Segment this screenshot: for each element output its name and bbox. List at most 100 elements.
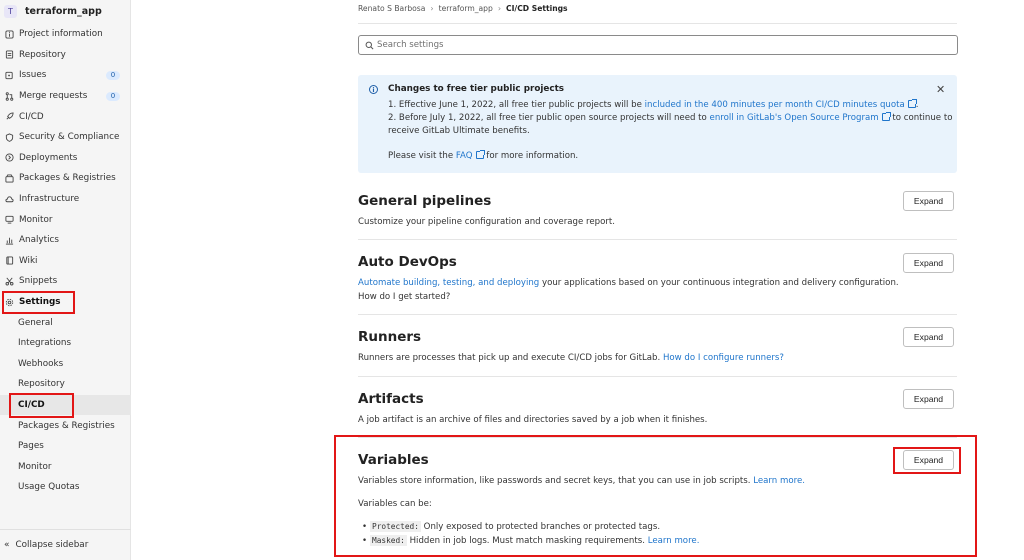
variables-title[interactable]: Variables — [358, 452, 429, 468]
sidebar-item-label: Security & Compliance — [19, 132, 120, 143]
runners-expand-button[interactable]: Expand — [903, 327, 954, 347]
sidebar-item-label: Project information — [19, 29, 103, 40]
faq-link[interactable]: FAQ — [456, 151, 473, 161]
collapse-sidebar-label: Collapse sidebar — [15, 540, 89, 550]
sidebar-subitem-packages[interactable]: Packages & Registries — [0, 415, 131, 436]
variables-expand-button[interactable]: Expand — [903, 450, 954, 470]
sidebar-item-packages[interactable]: Packages & Registries — [0, 168, 131, 189]
collapse-sidebar-button[interactable]: « Collapse sidebar — [0, 529, 131, 560]
sidebar-subitem-ci-cd[interactable]: CI/CD — [0, 394, 131, 416]
general-pipelines-title[interactable]: General pipelines — [358, 193, 491, 209]
search-settings-input[interactable]: Search settings — [358, 35, 958, 55]
sidebar-item-monitor[interactable]: Monitor — [0, 209, 131, 230]
info-icon: i — [369, 85, 378, 94]
alert-line-2: 2. Before July 1, 2022, all free tier pu… — [388, 112, 952, 123]
alert-line-3: receive GitLab Ultimate benefits. — [388, 126, 530, 136]
cloud-icon — [4, 194, 14, 204]
automate-building-link[interactable]: Automate building, testing, and deployin… — [358, 278, 539, 288]
sidebar-item-deployments[interactable]: Deployments — [0, 148, 131, 169]
sidebar-subitem-repository[interactable]: Repository — [0, 374, 131, 395]
document-icon — [4, 50, 14, 60]
configure-runners-link[interactable]: How do I configure runners? — [663, 353, 784, 363]
search-placeholder: Search settings — [377, 40, 444, 50]
sidebar-item-issues[interactable]: Issues 0 — [0, 65, 131, 86]
variables-learn-more-link[interactable]: Learn more. — [753, 476, 805, 486]
sidebar-item-repository[interactable]: Repository — [0, 45, 131, 66]
breadcrumb-project[interactable]: terraform_app — [439, 4, 493, 13]
sidebar-item-settings[interactable]: Settings — [0, 292, 131, 313]
artifacts-expand-button[interactable]: Expand — [903, 389, 954, 409]
issues-count-badge: 0 — [106, 71, 120, 81]
alert-faq-line: Please visit the FAQ for more informatio… — [388, 150, 579, 161]
sidebar-item-analytics[interactable]: Analytics — [0, 230, 131, 251]
alert-line-2-text: 2. Before July 1, 2022, all free tier pu… — [388, 113, 710, 123]
alert-faq-end: for more information. — [483, 151, 579, 161]
auto-devops-expand-button[interactable]: Expand — [903, 253, 954, 273]
breadcrumb-current[interactable]: CI/CD Settings — [506, 4, 568, 13]
project-header[interactable]: T terraform_app — [0, 0, 131, 22]
external-link-icon — [907, 99, 917, 108]
scissors-icon — [4, 276, 14, 286]
open-source-program-link[interactable]: enroll in GitLab's Open Source Program — [710, 113, 879, 123]
rocket-icon — [4, 112, 14, 122]
project-sidebar: T terraform_app Project information Repo… — [0, 0, 131, 560]
sidebar-subitem-general[interactable]: General — [0, 312, 131, 333]
sidebar-subitem-webhooks[interactable]: Webhooks — [0, 354, 131, 375]
external-link-icon — [881, 112, 891, 121]
masked-code: Masked: — [370, 535, 407, 546]
divider — [358, 376, 957, 377]
variables-desc-text: Variables store information, like passwo… — [358, 476, 754, 486]
sidebar-item-label: Merge requests — [19, 91, 88, 102]
general-pipelines-expand-button[interactable]: Expand — [903, 191, 954, 211]
alert-line-1-text: 1. Effective June 1, 2022, all free tier… — [388, 100, 645, 110]
sidebar-item-label: Deployments — [19, 152, 78, 163]
divider — [358, 23, 957, 24]
deployments-icon — [4, 153, 14, 163]
close-icon[interactable]: ✕ — [936, 83, 945, 96]
masking-learn-more-link[interactable]: Learn more. — [648, 536, 700, 546]
divider — [358, 437, 957, 438]
artifacts-desc: A job artifact is an archive of files an… — [358, 415, 708, 425]
project-name: terraform_app — [25, 5, 102, 17]
sidebar-item-merge-requests[interactable]: Merge requests 0 — [0, 86, 131, 107]
artifacts-title[interactable]: Artifacts — [358, 391, 424, 407]
sidebar-item-label: Monitor — [19, 214, 53, 225]
chevron-right-icon: › — [497, 4, 502, 13]
merge-requests-count-badge: 0 — [106, 91, 120, 101]
auto-devops-help-link[interactable]: How do I get started? — [358, 292, 450, 302]
variables-can-be: Variables can be: — [358, 499, 432, 509]
sidebar-subitem-pages[interactable]: Pages — [0, 436, 131, 457]
cicd-minutes-quota-link[interactable]: included in the 400 minutes per month CI… — [645, 100, 905, 110]
sidebar-item-ci-cd[interactable]: CI/CD — [0, 106, 131, 127]
sidebar-item-label: Packages & Registries — [19, 173, 116, 184]
chart-icon — [4, 235, 14, 245]
sidebar-item-label: Infrastructure — [19, 194, 80, 205]
sidebar-item-wiki[interactable]: Wiki — [0, 251, 131, 272]
sidebar-subitem-usage-quotas[interactable]: Usage Quotas — [0, 477, 131, 498]
sidebar-item-security[interactable]: Security & Compliance — [0, 127, 131, 148]
sidebar-item-project-information[interactable]: Project information — [0, 24, 131, 45]
masked-bullet: Masked: Hidden in job logs. Must match m… — [362, 535, 700, 546]
auto-devops-title[interactable]: Auto DevOps — [358, 254, 457, 270]
free-tier-alert: i Changes to free tier public projects ✕… — [358, 75, 957, 173]
sidebar-subitem-integrations[interactable]: Integrations — [0, 333, 131, 354]
protected-text: Only exposed to protected branches or pr… — [420, 522, 661, 532]
auto-devops-desc: Automate building, testing, and deployin… — [358, 278, 899, 288]
general-pipelines-desc: Customize your pipeline configuration an… — [358, 217, 615, 227]
info-square-icon — [4, 29, 14, 39]
auto-devops-desc-text: your applications based on your continuo… — [539, 278, 899, 288]
sidebar-item-label: Wiki — [19, 255, 38, 266]
breadcrumb-user[interactable]: Renato S Barbosa — [358, 4, 425, 13]
runners-title[interactable]: Runners — [358, 329, 421, 345]
double-chevron-left-icon: « — [4, 540, 10, 550]
sidebar-subitem-monitor[interactable]: Monitor — [0, 456, 131, 477]
runners-desc-text: Runners are processes that pick up and e… — [358, 353, 663, 363]
merge-request-icon — [4, 91, 14, 101]
runners-desc: Runners are processes that pick up and e… — [358, 353, 784, 363]
monitor-icon — [4, 215, 14, 225]
sidebar-item-infrastructure[interactable]: Infrastructure — [0, 189, 131, 210]
gear-icon — [4, 297, 14, 307]
variables-desc: Variables store information, like passwo… — [358, 476, 805, 486]
issues-icon — [4, 70, 14, 80]
sidebar-item-snippets[interactable]: Snippets — [0, 271, 131, 292]
